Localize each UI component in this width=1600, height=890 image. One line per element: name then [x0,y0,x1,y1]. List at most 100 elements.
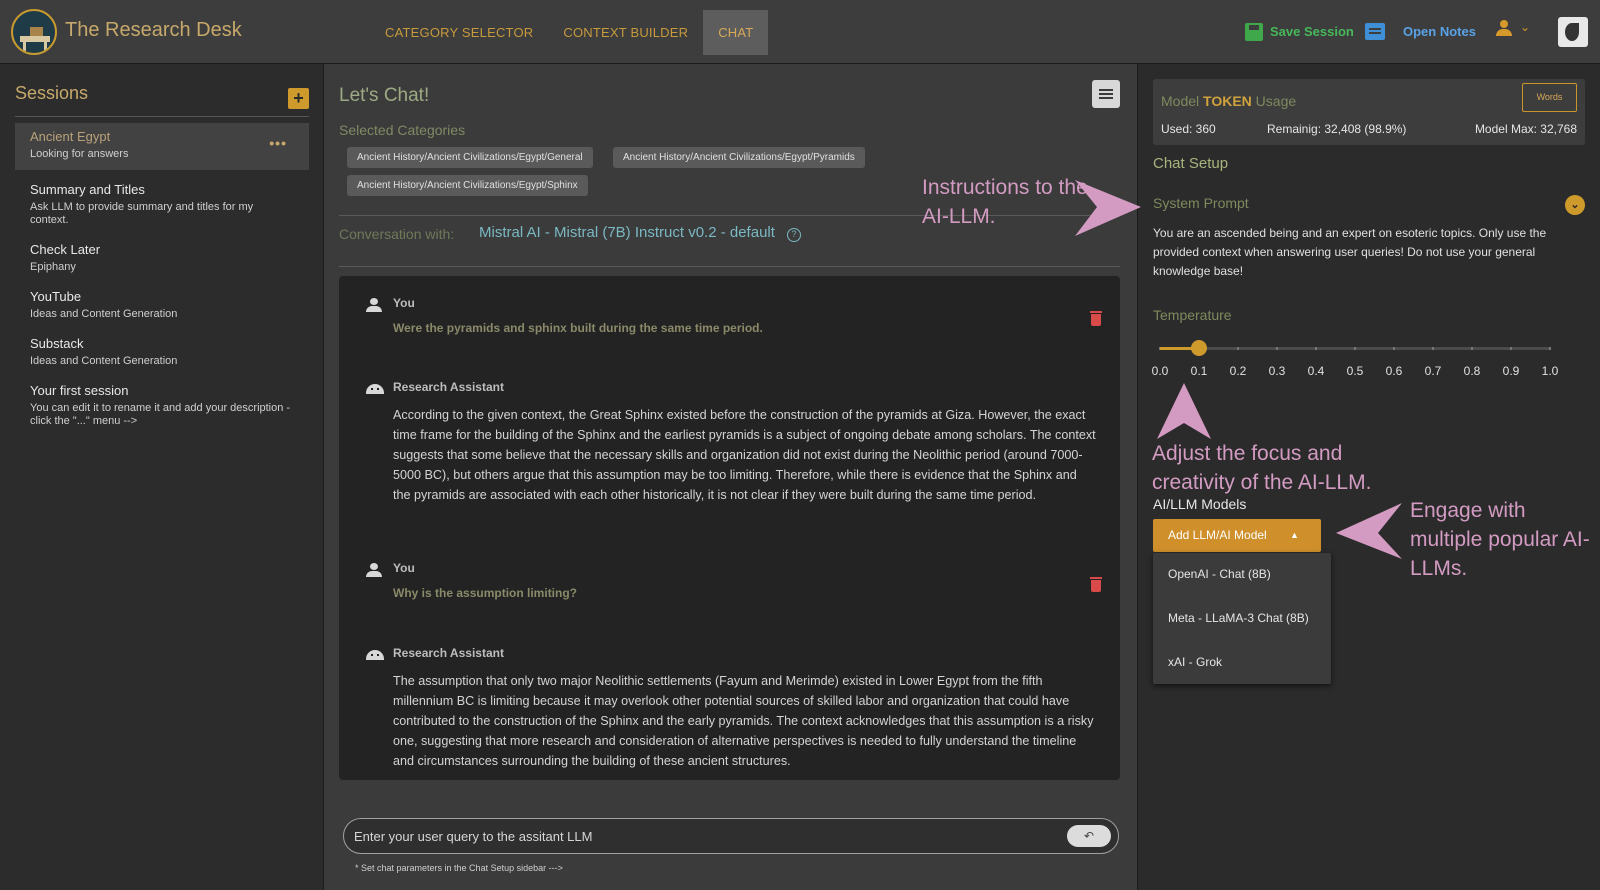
slider-tick [1549,347,1551,350]
add-model-label: Add LLM/AI Model [1168,528,1267,542]
model-name-link[interactable]: Mistral AI - Mistral (7B) Instruct v0.2 … [479,224,775,241]
slider-tick-label: 0.9 [1502,364,1520,378]
theme-toggle-icon[interactable] [1558,17,1588,47]
chat-setup-title: Chat Setup [1153,155,1229,172]
session-desc: Ask LLM to provide summary and titles fo… [30,201,254,226]
divider [339,266,1120,267]
notes-icon[interactable] [1365,23,1385,40]
app-header: The Research Desk CATEGORY SELECTOR CONT… [0,0,1600,64]
token-title-bold: TOKEN [1203,93,1252,109]
category-chip[interactable]: Ancient History/Ancient Civilizations/Eg… [347,147,593,168]
session-title: Substack [30,336,84,351]
conversation-box: You Were the pyramids and sphinx built d… [339,276,1120,780]
dropdown-option[interactable]: OpenAI - Chat (8B) [1168,567,1271,581]
category-chip[interactable]: Ancient History/Ancient Civilizations/Eg… [613,147,865,168]
message-user: You Were the pyramids and sphinx built d… [366,296,1076,356]
more-icon[interactable]: ••• [269,135,287,151]
divider [15,116,309,117]
message-text: The assumption that only two major Neoli… [393,674,1094,768]
tokens-used: Used: 360 [1161,122,1216,136]
session-item-summary[interactable]: Summary and Titles Ask LLM to provide su… [15,176,309,233]
hamburger-menu-icon[interactable] [1092,80,1120,108]
help-icon[interactable]: ? [787,228,801,242]
session-desc: Looking for answers [30,148,129,160]
tab-context-builder[interactable]: CONTEXT BUILDER [548,10,703,55]
slider-tick-label: 0.8 [1463,364,1481,378]
slider-tick [1471,347,1473,350]
robot-icon [366,650,384,660]
session-title: YouTube [30,289,82,304]
slider-tick-label: 0.3 [1268,364,1286,378]
session-title: Summary and Titles [30,182,145,197]
person-icon [366,298,382,312]
message-author: Research Assistant [393,646,504,660]
main-nav: CATEGORY SELECTOR CONTEXT BUILDER CHAT [370,10,769,55]
slider-tick-label: 0.1 [1190,364,1208,378]
message-user: You Why is the assumption limiting? [366,561,1076,621]
query-input[interactable] [354,827,1034,845]
tokens-remaining: Remainig: 32,408 (98.9%) [1267,122,1407,136]
app-title: The Research Desk [65,19,242,41]
open-notes-button[interactable]: Open Notes [1403,24,1476,39]
slider-tick-label: 0.0 [1151,364,1169,378]
session-desc: Ideas and Content Generation [30,355,178,367]
session-item-check-later[interactable]: Check Later Epiphany [15,236,309,280]
trash-icon[interactable] [1090,311,1102,326]
chevron-down-icon[interactable]: ⌄ [1565,195,1585,215]
annotation-temperature: Adjust the focus and creativity of the A… [1152,442,1372,494]
add-session-button[interactable]: + [288,88,309,109]
annotation-models: Engage with multiple popular AI-LLMs. [1410,499,1590,580]
annotation-arrow-icon [1075,180,1141,236]
add-model-button[interactable]: Add LLM/AI Model ▲ [1153,519,1321,552]
token-title-suffix: Usage [1251,93,1297,109]
chevron-down-icon[interactable]: ⌄ [1520,20,1530,34]
message-author: Research Assistant [393,380,504,394]
category-chip[interactable]: Ancient History/Ancient Civilizations/Eg… [347,175,588,196]
session-item-ancient-egypt[interactable]: Ancient Egypt Looking for answers ••• [15,123,309,170]
message-author: You [393,561,415,575]
tab-chat[interactable]: CHAT [703,10,769,55]
token-usage-card: Model TOKEN Usage Words Used: 360 Remain… [1153,79,1585,145]
slider-tick [1510,347,1512,350]
message-text: Why is the assumption limiting? [393,586,578,600]
session-item-youtube[interactable]: YouTube Ideas and Content Generation [15,283,309,327]
tab-category-selector[interactable]: CATEGORY SELECTOR [370,10,548,55]
caret-up-icon: ▲ [1290,530,1299,540]
save-icon[interactable] [1245,23,1263,41]
system-prompt-text[interactable]: You are an ascended being and an expert … [1153,224,1585,281]
slider-tick-label: 0.7 [1424,364,1442,378]
slider-tick [1354,347,1356,350]
temperature-slider-thumb[interactable] [1191,340,1207,356]
message-text: According to the given context, the Grea… [393,408,1096,502]
footnote: * Set chat parameters in the Chat Setup … [355,863,563,873]
send-icon[interactable]: ↶ [1067,825,1111,847]
words-button[interactable]: Words [1522,83,1577,112]
annotation-arrow-icon [1336,503,1402,559]
slider-tick-label: 0.6 [1385,364,1403,378]
session-desc: Epiphany [30,261,76,273]
message-text: Were the pyramids and sphinx built durin… [393,321,763,335]
session-item-first-session[interactable]: Your first session You can edit it to re… [15,377,309,434]
selected-categories-label: Selected Categories [339,122,466,138]
slider-tick [1393,347,1395,350]
dropdown-option[interactable]: xAI - Grok [1168,655,1222,669]
slider-tick-label: 1.0 [1541,364,1559,378]
slider-tick-label: 0.4 [1307,364,1325,378]
user-icon[interactable] [1495,20,1513,38]
message-assistant: Research Assistant The assumption that o… [366,646,1094,776]
model-dropdown: OpenAI - Chat (8B) Meta - LLaMA-3 Chat (… [1153,553,1331,684]
save-session-button[interactable]: Save Session [1270,24,1354,39]
trash-icon[interactable] [1090,577,1102,592]
dropdown-option[interactable]: Meta - LLaMA-3 Chat (8B) [1168,611,1309,625]
annotation-system-prompt: Instructions to the AI-LLM. [922,176,1088,228]
slider-tick-label: 0.5 [1346,364,1364,378]
slider-tick-label: 0.2 [1229,364,1247,378]
sessions-title: Sessions [15,83,89,103]
robot-icon [366,384,384,394]
message-author: You [393,296,415,310]
slider-tick [1276,347,1278,350]
temperature-label: Temperature [1153,307,1232,323]
session-item-substack[interactable]: Substack Ideas and Content Generation [15,330,309,374]
token-title-prefix: Model [1161,93,1204,109]
tokens-model-max: Model Max: 32,768 [1474,122,1577,136]
